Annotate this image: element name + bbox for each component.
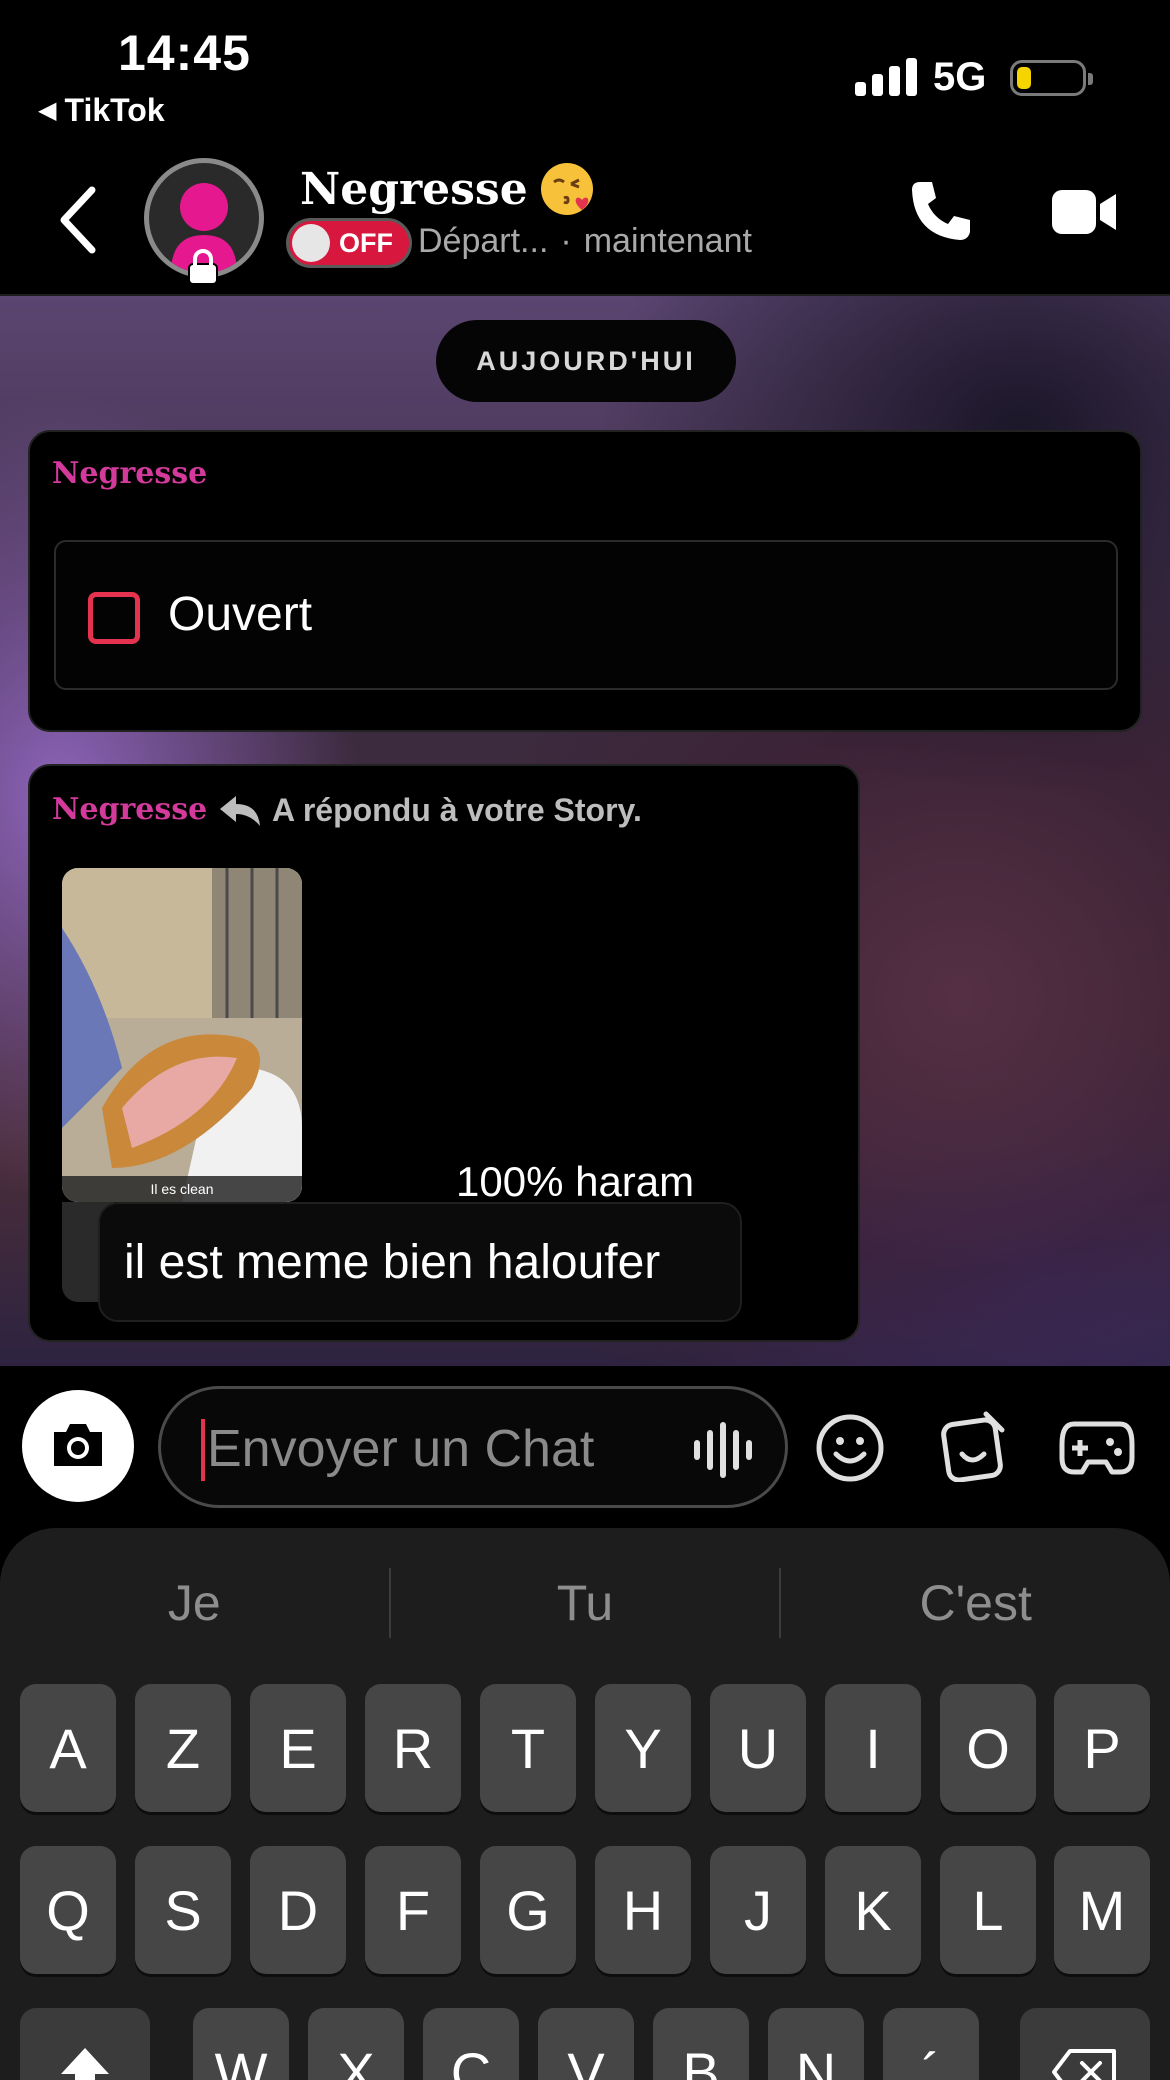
key[interactable]: I — [825, 1684, 921, 1812]
back-to-app-link[interactable]: ◀ TikTok — [38, 92, 165, 129]
key[interactable]: R — [365, 1684, 461, 1812]
date-pill: AUJOURD'HUI — [436, 320, 736, 402]
contact-subtitle: Départ... · maintenant — [418, 222, 752, 261]
key-row-3: W X C V B N ´ — [0, 2008, 1170, 2080]
key[interactable]: Q — [20, 1846, 116, 1974]
toggle-knob — [292, 224, 330, 262]
story-caption: Il es clean — [62, 1176, 302, 1202]
voice-wave-icon[interactable] — [691, 1421, 761, 1479]
game-controller-icon[interactable] — [1058, 1414, 1136, 1480]
ghost-mode-toggle[interactable]: OFF — [286, 218, 412, 268]
subtitle-separator: · — [560, 222, 572, 260]
keyboard: Je Tu C'est A Z E R T Y U I O P Q S D F … — [0, 1528, 1170, 2080]
back-app-label: TikTok — [64, 92, 165, 128]
key[interactable]: O — [940, 1684, 1036, 1812]
emoji-icon[interactable] — [814, 1412, 886, 1484]
back-triangle-icon: ◀ — [38, 97, 57, 124]
input-bar: Envoyer un Chat — [0, 1366, 1170, 1512]
key[interactable]: L — [940, 1846, 1036, 1974]
reply-arrow-icon — [220, 796, 260, 826]
key-row-2: Q S D F G H J K L M — [0, 1846, 1170, 1974]
chat-header: Negresse OFF Départ... · maintenant — [0, 140, 1170, 296]
shift-key[interactable] — [20, 2008, 150, 2080]
phone-icon[interactable] — [906, 176, 976, 246]
status-time: 14:45 — [118, 25, 251, 81]
key[interactable]: A — [20, 1684, 116, 1812]
key[interactable]: S — [135, 1846, 231, 1974]
text-caret — [201, 1419, 205, 1481]
key[interactable]: Y — [595, 1684, 691, 1812]
cellular-signal-icon — [855, 58, 917, 96]
key[interactable]: X — [308, 2008, 404, 2080]
chat-area[interactable]: AUJOURD'HUI Negresse Ouvert Negresse A r… — [0, 296, 1170, 1366]
suggestion-bar: Je Tu C'est — [0, 1558, 1170, 1648]
key-row-1: A Z E R T Y U I O P — [0, 1684, 1170, 1812]
key[interactable]: F — [365, 1846, 461, 1974]
reply-note: A répondu à votre Story. — [272, 792, 642, 828]
camera-button[interactable] — [22, 1390, 134, 1502]
message-sender: Negresse — [52, 456, 208, 491]
sandwich-photo-icon — [62, 868, 302, 1202]
contact-name-row[interactable]: Negresse — [300, 160, 596, 218]
sticker-icon[interactable] — [938, 1410, 1010, 1482]
key[interactable]: B — [653, 2008, 749, 2080]
snap-status-label: Ouvert — [168, 588, 313, 641]
key[interactable]: N — [768, 2008, 864, 2080]
opened-snap-item[interactable]: Ouvert — [54, 540, 1118, 690]
suggestion-item[interactable]: Je — [0, 1558, 389, 1648]
key[interactable]: Z — [135, 1684, 231, 1812]
chat-input-placeholder: Envoyer un Chat — [207, 1420, 595, 1478]
key[interactable]: C — [423, 2008, 519, 2080]
toggle-label: OFF — [339, 228, 393, 258]
reply-message-text: il est meme bien haloufer — [124, 1235, 661, 1289]
key[interactable]: J — [710, 1846, 806, 1974]
chat-input[interactable]: Envoyer un Chat — [158, 1386, 788, 1508]
lock-icon — [188, 249, 218, 285]
status-bar: 14:45 ◀ TikTok 5G — [0, 0, 1170, 140]
video-camera-icon[interactable] — [1050, 184, 1120, 240]
key[interactable]: T — [480, 1684, 576, 1812]
key[interactable]: P — [1054, 1684, 1150, 1812]
delete-key[interactable] — [1020, 2008, 1150, 2080]
key[interactable]: G — [480, 1846, 576, 1974]
network-type: 5G — [933, 55, 987, 99]
key[interactable]: K — [825, 1846, 921, 1974]
backspace-icon — [1052, 2049, 1116, 2080]
story-thumbnail[interactable]: Il es clean — [62, 868, 302, 1202]
story-reply-card: Negresse A répondu à votre Story. Il es … — [28, 764, 860, 1342]
key[interactable]: M — [1054, 1846, 1150, 1974]
back-chevron-icon[interactable] — [50, 180, 110, 260]
suggestion-item[interactable]: Tu — [391, 1558, 780, 1648]
contact-name: Negresse — [300, 163, 528, 215]
key[interactable]: ´ — [883, 2008, 979, 2080]
story-overlay-text: 100% haram — [456, 1158, 695, 1205]
key[interactable]: H — [595, 1846, 691, 1974]
key[interactable]: W — [193, 2008, 289, 2080]
camera-icon — [54, 1424, 102, 1466]
contact-location: Départ... — [418, 222, 549, 260]
suggestion-item[interactable]: C'est — [781, 1558, 1170, 1648]
last-seen: maintenant — [583, 222, 752, 260]
key[interactable]: D — [250, 1846, 346, 1974]
shift-arrow-icon — [61, 2048, 109, 2080]
key[interactable]: V — [538, 2008, 634, 2080]
snap-message-card: Negresse Ouvert — [28, 430, 1142, 732]
reply-message-bubble[interactable]: il est meme bien haloufer — [98, 1202, 742, 1322]
battery-icon — [1010, 60, 1093, 96]
key[interactable]: U — [710, 1684, 806, 1812]
message-sender: Negresse — [52, 792, 208, 827]
key[interactable]: E — [250, 1684, 346, 1812]
snap-status-icon — [88, 592, 140, 644]
face-blowing-kiss-icon — [540, 163, 593, 215]
